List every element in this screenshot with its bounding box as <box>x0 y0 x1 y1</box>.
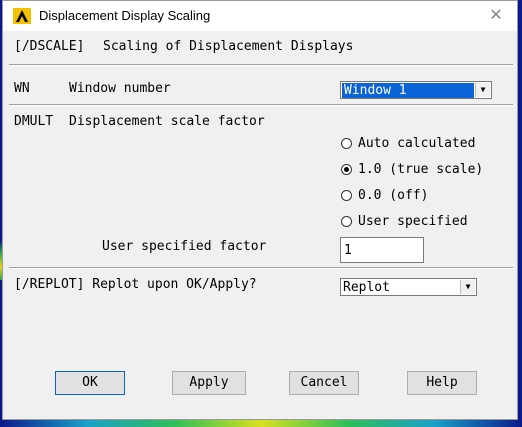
option-label-true-scale: 1.0 (true scale) <box>358 162 484 177</box>
option-label-off: 0.0 (off) <box>358 188 429 203</box>
dmult-code: DMULT <box>14 114 54 129</box>
option-label-auto: Auto calculated <box>358 136 476 151</box>
dmult-label: Displacement scale factor <box>69 114 265 129</box>
radio-user-specified[interactable] <box>341 216 352 227</box>
apply-button[interactable]: Apply <box>172 371 246 395</box>
ok-button[interactable]: OK <box>55 371 125 395</box>
user-factor-value: 1 <box>344 243 352 258</box>
title-bar: Displacement Display Scaling ✕ <box>3 1 517 31</box>
radio-auto-calculated[interactable] <box>341 138 352 149</box>
window-title: Displacement Display Scaling <box>39 8 211 23</box>
radio-off[interactable] <box>341 190 352 201</box>
command-name: [/DSCALE] <box>14 39 85 54</box>
wn-label: Window number <box>69 81 171 96</box>
cancel-button[interactable]: Cancel <box>289 371 359 395</box>
wn-code: WN <box>14 81 30 96</box>
separator <box>9 267 513 269</box>
ansys-logo-icon <box>13 8 31 24</box>
radio-true-scale[interactable] <box>341 164 352 175</box>
replot-label: [/REPLOT] Replot upon OK/Apply? <box>14 277 257 292</box>
separator <box>9 64 513 66</box>
window-number-select[interactable]: Window 1 ▼ <box>340 81 492 99</box>
separator <box>9 104 513 106</box>
chevron-down-icon[interactable]: ▼ <box>460 280 475 294</box>
command-description: Scaling of Displacement Displays <box>103 39 354 54</box>
user-factor-label: User specified factor <box>102 239 267 254</box>
background-contour-bottom <box>0 419 522 427</box>
help-button[interactable]: Help <box>407 371 477 395</box>
chevron-down-icon[interactable]: ▼ <box>475 83 490 97</box>
replot-select[interactable]: Replot ▼ <box>340 278 477 296</box>
dscale-dialog: Displacement Display Scaling ✕ [/DSCALE]… <box>2 0 518 420</box>
replot-value: Replot <box>343 280 390 295</box>
option-label-user-specified: User specified <box>358 214 468 229</box>
close-icon[interactable]: ✕ <box>485 6 507 26</box>
user-factor-input[interactable]: 1 <box>340 237 424 263</box>
window-number-value: Window 1 <box>342 83 474 98</box>
